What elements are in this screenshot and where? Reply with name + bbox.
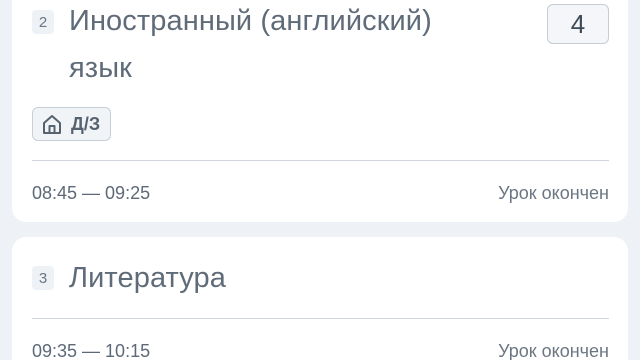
home-icon [41,113,63,135]
grade-badge[interactable]: 4 [547,4,609,44]
divider [32,160,609,161]
lesson-subject: Литература [69,262,226,294]
lesson-number-badge: 2 [32,10,54,34]
homework-button[interactable]: Д/З [32,107,112,141]
lesson-time: 09:35 — 10:15 [32,341,151,360]
lesson-subject-line-2: язык [69,52,132,84]
lesson-status: Урок окончен [498,183,609,203]
lesson-number-badge: 3 [32,266,54,290]
homework-label: Д/З [71,113,101,134]
lesson-status: Урок окончен [498,341,609,360]
lesson-time: 08:45 — 09:25 [32,183,151,203]
lesson-subject-line-1: Иностранный (английский) [69,5,432,37]
lesson-card[interactable]: 2 Иностранный (английский) язык 4 Д/З 08… [12,0,628,222]
divider [32,318,609,319]
lesson-card[interactable]: 3 Литература 09:35 — 10:15 Урок окончен [12,237,628,360]
